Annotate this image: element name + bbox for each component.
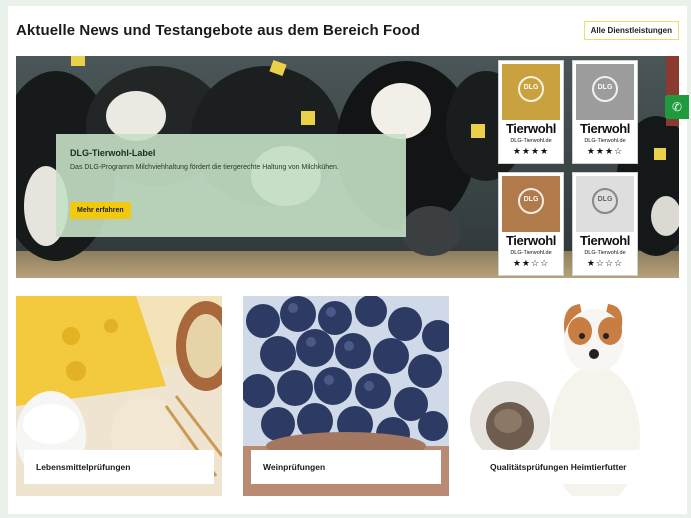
hero-title: DLG-Tierwohl-Label (70, 148, 156, 158)
hero-info-box: DLG-Tierwohl-Label Das DLG-Programm Milc… (56, 134, 406, 237)
more-info-button[interactable]: Mehr erfahren (70, 202, 131, 219)
tierwohl-badge-gold: DLG Tierwohl DLG-Tierwohl.de ★★★★ (498, 60, 564, 164)
tierwohl-badge-white: DLG Tierwohl DLG-Tierwohl.de ★☆☆☆ (572, 172, 638, 276)
badge-title: Tierwohl (579, 121, 630, 136)
phone-icon: ✆ (671, 100, 683, 114)
tierwohl-badge-bronze: DLG Tierwohl DLG-Tierwohl.de ★★☆☆ (498, 172, 564, 276)
card-wine-tests[interactable]: Weinprüfungen (243, 296, 449, 496)
badge-stars: ★★☆☆ (512, 258, 550, 268)
badge-site: DLG-Tierwohl.de (510, 250, 552, 256)
badge-stars: ★★★☆ (586, 146, 624, 156)
page: Aktuelle News und Testangebote aus dem B… (8, 6, 689, 514)
section-header: Aktuelle News und Testangebote aus dem B… (8, 6, 687, 54)
card-label-petfood: Qualitätsprüfungen Heimtierfutter (478, 450, 668, 484)
section-title: Aktuelle News und Testangebote aus dem B… (16, 22, 421, 39)
hero-text: Das DLG-Programm Milchviehhaltung förder… (70, 164, 339, 171)
badge-title: Tierwohl (505, 121, 556, 136)
phone-contact-button[interactable]: ✆ (665, 95, 689, 119)
card-food-tests[interactable]: Lebensmittelprüfungen (16, 296, 222, 496)
badge-title: Tierwohl (579, 233, 630, 248)
badge-medal: DLG (576, 176, 634, 232)
tierwohl-badge-silver: DLG Tierwohl DLG-Tierwohl.de ★★★☆ (572, 60, 638, 164)
badge-site: DLG-Tierwohl.de (584, 250, 626, 256)
hero-banner[interactable]: DLG Tierwohl DLG-Tierwohl.de ★★★★ DLG Ti… (16, 56, 679, 278)
badge-site: DLG-Tierwohl.de (584, 138, 626, 144)
badge-medal: DLG (502, 176, 560, 232)
dlg-logo: DLG (597, 84, 613, 91)
dlg-logo: DLG (597, 196, 613, 203)
all-services-button[interactable]: Alle Dienstleistungen (583, 21, 679, 40)
card-petfood-tests[interactable]: Qualitätsprüfungen Heimtierfutter (470, 296, 676, 496)
dlg-logo: DLG (523, 84, 539, 91)
badge-stars: ★☆☆☆ (586, 258, 624, 268)
dlg-logo: DLG (523, 196, 539, 203)
card-label-food: Lebensmittelprüfungen (24, 450, 214, 484)
card-label-wine: Weinprüfungen (251, 450, 441, 484)
badge-stars: ★★★★ (512, 146, 550, 156)
badge-medal: DLG (576, 64, 634, 120)
badge-medal: DLG (502, 64, 560, 120)
badge-site: DLG-Tierwohl.de (510, 138, 552, 144)
badge-title: Tierwohl (505, 233, 556, 248)
